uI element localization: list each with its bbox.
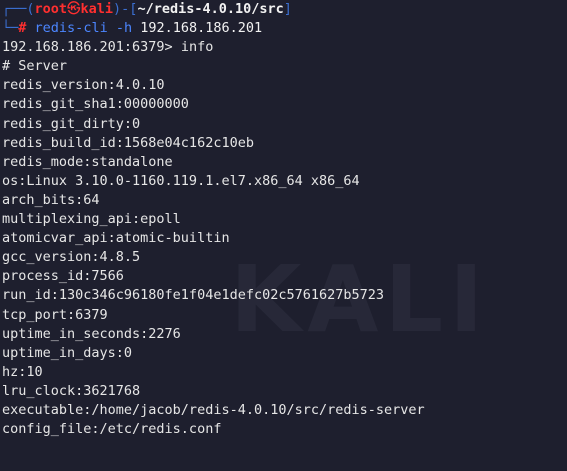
redis-command: info (180, 39, 214, 56)
output-line: redis_git_sha1:00000000 (2, 96, 189, 113)
redis-prompt-line: 192.168.186.201:6379> info (0, 38, 567, 57)
prompt-symbol: # (18, 20, 27, 37)
output-line: uptime_in_days:0 (2, 344, 133, 361)
prompt-user: root (34, 1, 68, 17)
output-line: atomicvar_api:atomic-builtin (2, 230, 230, 247)
output-line: config_file:/etc/redis.conf (2, 421, 222, 438)
output-line: tcp_port:6379 (2, 306, 108, 323)
command-ip: 192.168.186.201 (140, 20, 263, 37)
output-line: lru_clock:3621768 (2, 382, 141, 399)
skull-icon: ㉿ (67, 1, 81, 17)
terminal-window[interactable]: KALI ┌──(root㉿kali)-[~/redis-4.0.10/src]… (0, 0, 567, 471)
output-line: gcc_version:4.8.5 (2, 249, 141, 266)
output-line: os:Linux 3.10.0-1160.119.1.el7.x86_64 x8… (2, 172, 360, 189)
output-line: # Server (2, 58, 68, 75)
output-line: hz:10 (2, 363, 43, 380)
output-line: multiplexing_api:epoll (2, 211, 181, 228)
output-line: redis_version:4.0.10 (2, 77, 165, 94)
output-line: run_id:130c346c96180fe1f04e1defc02c57616… (2, 287, 385, 304)
output-line: executable:/home/jacob/redis-4.0.10/src/… (2, 401, 425, 418)
output-line: redis_git_dirty:0 (2, 115, 141, 132)
redis-prompt: 192.168.186.201:6379> (2, 39, 173, 56)
command-output: # Server redis_version:4.0.10 redis_git_sh… (0, 57, 567, 439)
output-line: redis_build_id:1568e04c162c10eb (2, 134, 254, 151)
command-name: redis-cli (34, 20, 108, 37)
prompt-cwd: ~/redis-4.0.10/src (137, 1, 284, 17)
command-flag: -h (115, 20, 133, 37)
output-line: arch_bits:64 (2, 191, 100, 208)
output-line: redis_mode:standalone (2, 153, 173, 170)
output-line: uptime_in_seconds:2276 (2, 325, 181, 342)
prompt-line-1: ┌──(root㉿kali)-[~/redis-4.0.10/src] (2, 1, 292, 17)
prompt-host: kali (80, 1, 114, 17)
output-line: process_id:7566 (2, 268, 124, 285)
prompt-line-2: └─# redis-cli -h 192.168.186.201 (2, 20, 263, 37)
